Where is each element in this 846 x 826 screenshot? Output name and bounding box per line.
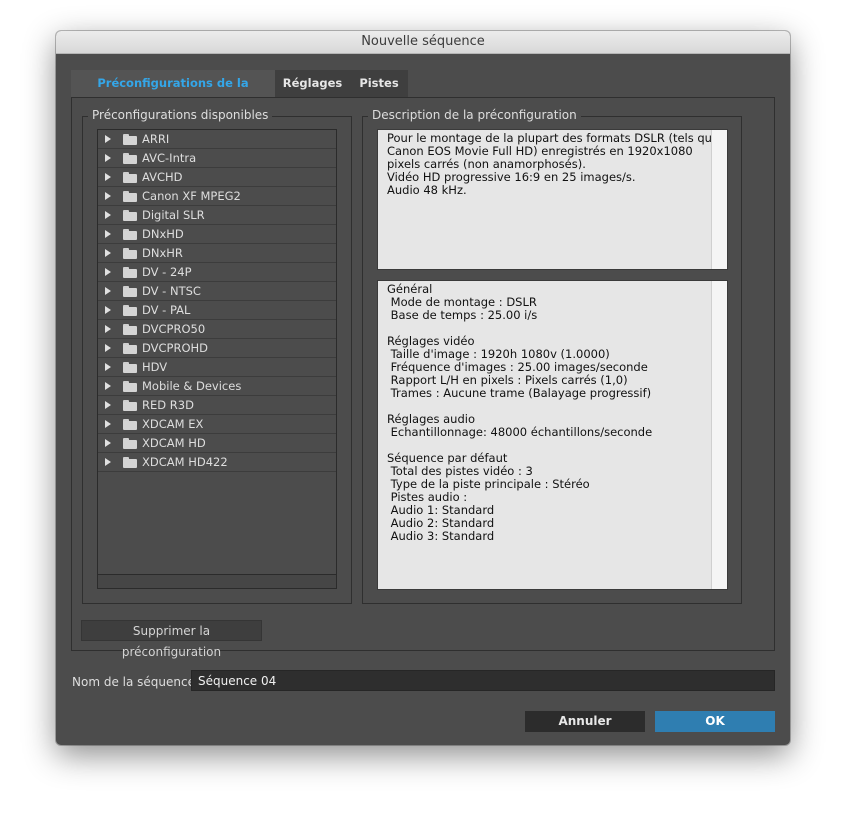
preset-folder-row[interactable]: AVC-Intra — [98, 149, 336, 168]
folder-icon — [123, 457, 137, 468]
preset-folder-label: XDCAM HD — [142, 436, 206, 450]
preset-folder-row[interactable]: XDCAM HD422 — [98, 453, 336, 472]
triangle-right-icon[interactable] — [105, 325, 111, 333]
preset-folder-label: DV - NTSC — [142, 284, 201, 298]
details-scrollbar[interactable] — [711, 281, 727, 589]
folder-icon — [123, 419, 137, 430]
folder-icon — [123, 191, 137, 202]
preset-folder-row[interactable]: Digital SLR — [98, 206, 336, 225]
preset-folder-label: DNxHD — [142, 227, 184, 241]
folder-icon — [123, 267, 137, 278]
triangle-right-icon[interactable] — [105, 306, 111, 314]
folder-icon — [123, 248, 137, 259]
preset-folder-row[interactable]: DNxHD — [98, 225, 336, 244]
preset-folder-row[interactable]: DV - 24P — [98, 263, 336, 282]
triangle-right-icon[interactable] — [105, 439, 111, 447]
preset-folder-row[interactable]: Canon XF MPEG2 — [98, 187, 336, 206]
preset-folder-label: HDV — [142, 360, 168, 374]
folder-icon — [123, 286, 137, 297]
triangle-right-icon[interactable] — [105, 192, 111, 200]
preset-folder-label: Digital SLR — [142, 208, 205, 222]
preset-folder-label: DVCPRO50 — [142, 322, 206, 336]
preset-folder-label: DNxHR — [142, 246, 183, 260]
preset-folder-row[interactable]: DV - PAL — [98, 301, 336, 320]
folder-icon — [123, 172, 137, 183]
presets-tree[interactable]: ARRI AVC-Intra AVCHD Canon XF MPEG2 Digital … — [97, 129, 337, 589]
preset-folder-label: Canon XF MPEG2 — [142, 189, 241, 203]
tree-horizontal-scrollbar[interactable] — [98, 574, 336, 588]
triangle-right-icon[interactable] — [105, 249, 111, 257]
folder-icon — [123, 381, 137, 392]
folder-icon — [123, 438, 137, 449]
preset-folder-label: ARRI — [142, 132, 170, 146]
preset-folder-row[interactable]: HDV — [98, 358, 336, 377]
tab-presets[interactable]: Préconfigurations de la séquence — [71, 70, 275, 117]
preset-folder-label: RED R3D — [142, 398, 194, 412]
preset-folder-label: AVC-Intra — [142, 151, 197, 165]
sequence-name-label: Nom de la séquence : — [72, 675, 203, 689]
summary-scrollbar[interactable] — [711, 130, 727, 269]
triangle-right-icon[interactable] — [105, 344, 111, 352]
cancel-button[interactable]: Annuler — [525, 711, 645, 732]
preset-folder-row[interactable]: RED R3D — [98, 396, 336, 415]
folder-icon — [123, 229, 137, 240]
window-title: Nouvelle séquence — [56, 31, 790, 54]
folder-icon — [123, 362, 137, 373]
folder-icon — [123, 210, 137, 221]
triangle-right-icon[interactable] — [105, 211, 111, 219]
preset-folder-label: DVCPROHD — [142, 341, 209, 355]
preset-folder-label: XDCAM HD422 — [142, 455, 228, 469]
folder-icon — [123, 305, 137, 316]
preset-folder-row[interactable]: DVCPRO50 — [98, 320, 336, 339]
triangle-right-icon[interactable] — [105, 287, 111, 295]
folder-icon — [123, 343, 137, 354]
tab-panel: Préconfigurations disponibles ARRI AVC-In… — [71, 97, 775, 651]
preset-folder-row[interactable]: XDCAM EX — [98, 415, 336, 434]
preset-folder-row[interactable]: Mobile & Devices — [98, 377, 336, 396]
preset-folder-row[interactable]: DNxHR — [98, 244, 336, 263]
sequence-name-input[interactable] — [191, 670, 775, 691]
preset-description-group: Description de la préconfiguration Pour … — [362, 108, 742, 604]
preset-summary-text[interactable]: Pour le montage de la plupart des format… — [377, 129, 728, 270]
triangle-right-icon[interactable] — [105, 173, 111, 181]
new-sequence-dialog: Nouvelle séquence Préconfigurations de l… — [56, 31, 790, 745]
triangle-right-icon[interactable] — [105, 458, 111, 466]
preset-folder-row[interactable]: DVCPROHD — [98, 339, 336, 358]
preset-details-content: Général Mode de montage : DSLR Base de t… — [387, 282, 653, 543]
folder-icon — [123, 324, 137, 335]
preset-folder-row[interactable]: DV - NTSC — [98, 282, 336, 301]
preset-folder-label: XDCAM EX — [142, 417, 204, 431]
tab-settings[interactable]: Réglages — [275, 70, 350, 97]
triangle-right-icon[interactable] — [105, 420, 111, 428]
preset-summary-content: Pour le montage de la plupart des format… — [387, 131, 720, 197]
ok-button[interactable]: OK — [655, 711, 775, 732]
triangle-right-icon[interactable] — [105, 382, 111, 390]
folder-icon — [123, 400, 137, 411]
triangle-right-icon[interactable] — [105, 268, 111, 276]
triangle-right-icon[interactable] — [105, 401, 111, 409]
tab-tracks[interactable]: Pistes — [350, 70, 408, 97]
triangle-right-icon[interactable] — [105, 230, 111, 238]
preset-folder-row[interactable]: ARRI — [98, 130, 336, 149]
delete-preset-button[interactable]: Supprimer la préconfiguration — [81, 620, 262, 659]
preset-folder-label: AVCHD — [142, 170, 183, 184]
folder-icon — [123, 134, 137, 145]
preset-folder-label: DV - PAL — [142, 303, 191, 317]
triangle-right-icon[interactable] — [105, 135, 111, 143]
available-presets-group: Préconfigurations disponibles ARRI AVC-In… — [82, 108, 352, 604]
preset-folder-row[interactable]: XDCAM HD — [98, 434, 336, 453]
folder-icon — [123, 153, 137, 164]
preset-folder-row[interactable]: AVCHD — [98, 168, 336, 187]
preset-description-legend: Description de la préconfiguration — [368, 108, 581, 122]
preset-folder-label: DV - 24P — [142, 265, 192, 279]
triangle-right-icon[interactable] — [105, 363, 111, 371]
preset-details-text[interactable]: Général Mode de montage : DSLR Base de t… — [377, 280, 728, 590]
preset-folder-label: Mobile & Devices — [142, 379, 242, 393]
available-presets-legend: Préconfigurations disponibles — [88, 108, 273, 122]
triangle-right-icon[interactable] — [105, 154, 111, 162]
